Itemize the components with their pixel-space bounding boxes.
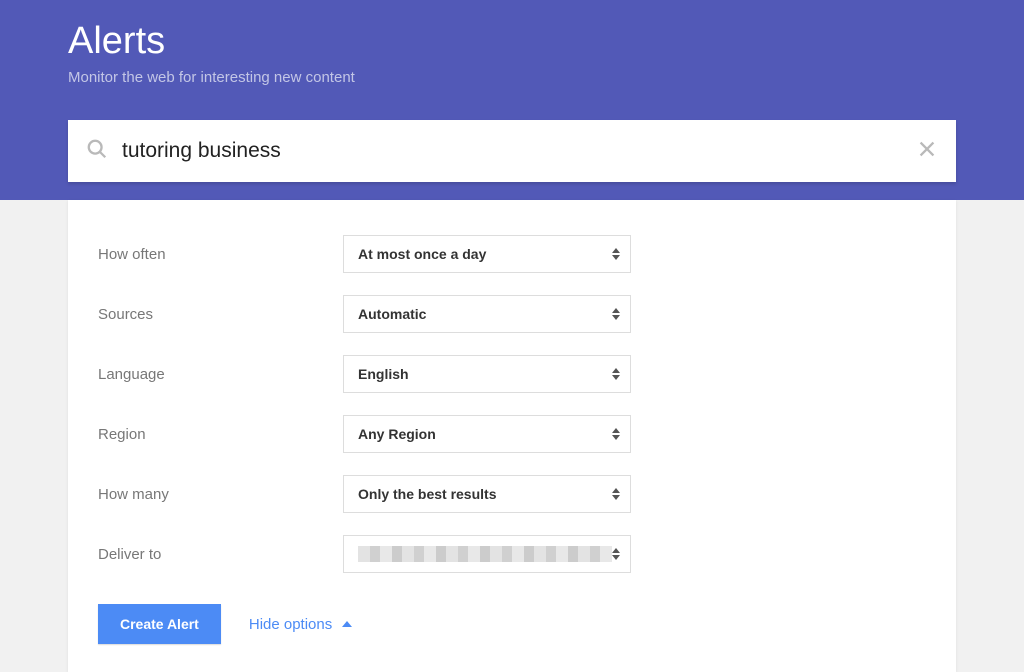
select-language[interactable]: English	[343, 355, 631, 393]
row-region: Region Any Region	[98, 404, 926, 464]
label-how-often: How often	[98, 246, 343, 263]
select-how-many[interactable]: Only the best results	[343, 475, 631, 513]
search-input[interactable]	[122, 139, 916, 163]
row-deliver-to: Deliver to	[98, 524, 926, 584]
caret-icon	[612, 368, 620, 380]
options-card-wrap: How often At most once a day Sources Aut…	[0, 200, 1024, 672]
caret-icon	[612, 488, 620, 500]
redacted-email	[358, 546, 612, 562]
label-region: Region	[98, 426, 343, 443]
actions-row: Create Alert Hide options	[98, 604, 926, 644]
caret-icon	[612, 548, 620, 560]
search-bar[interactable]	[68, 120, 956, 182]
header: Alerts Monitor the web for interesting n…	[0, 0, 1024, 200]
options-card: How often At most once a day Sources Aut…	[68, 200, 956, 672]
row-how-many: How many Only the best results	[98, 464, 926, 524]
caret-icon	[612, 428, 620, 440]
page-title: Alerts	[68, 20, 956, 63]
clear-icon[interactable]	[916, 138, 938, 165]
create-alert-button[interactable]: Create Alert	[98, 604, 221, 644]
row-how-often: How often At most once a day	[98, 224, 926, 284]
row-language: Language English	[98, 344, 926, 404]
caret-icon	[612, 308, 620, 320]
select-deliver-to-value	[358, 546, 612, 562]
caret-icon	[612, 248, 620, 260]
caret-up-icon	[342, 621, 352, 627]
label-sources: Sources	[98, 306, 343, 323]
label-deliver-to: Deliver to	[98, 546, 343, 563]
row-sources: Sources Automatic	[98, 284, 926, 344]
select-region-value: Any Region	[358, 426, 436, 442]
select-language-value: English	[358, 366, 409, 382]
select-how-often-value: At most once a day	[358, 246, 486, 262]
select-deliver-to[interactable]	[343, 535, 631, 573]
select-sources[interactable]: Automatic	[343, 295, 631, 333]
select-how-many-value: Only the best results	[358, 486, 496, 502]
select-sources-value: Automatic	[358, 306, 426, 322]
label-how-many: How many	[98, 486, 343, 503]
hide-options-link[interactable]: Hide options	[249, 616, 352, 633]
select-region[interactable]: Any Region	[343, 415, 631, 453]
select-how-often[interactable]: At most once a day	[343, 235, 631, 273]
label-language: Language	[98, 366, 343, 383]
page-subtitle: Monitor the web for interesting new cont…	[68, 69, 956, 86]
hide-options-label: Hide options	[249, 616, 332, 633]
search-icon	[86, 138, 108, 165]
